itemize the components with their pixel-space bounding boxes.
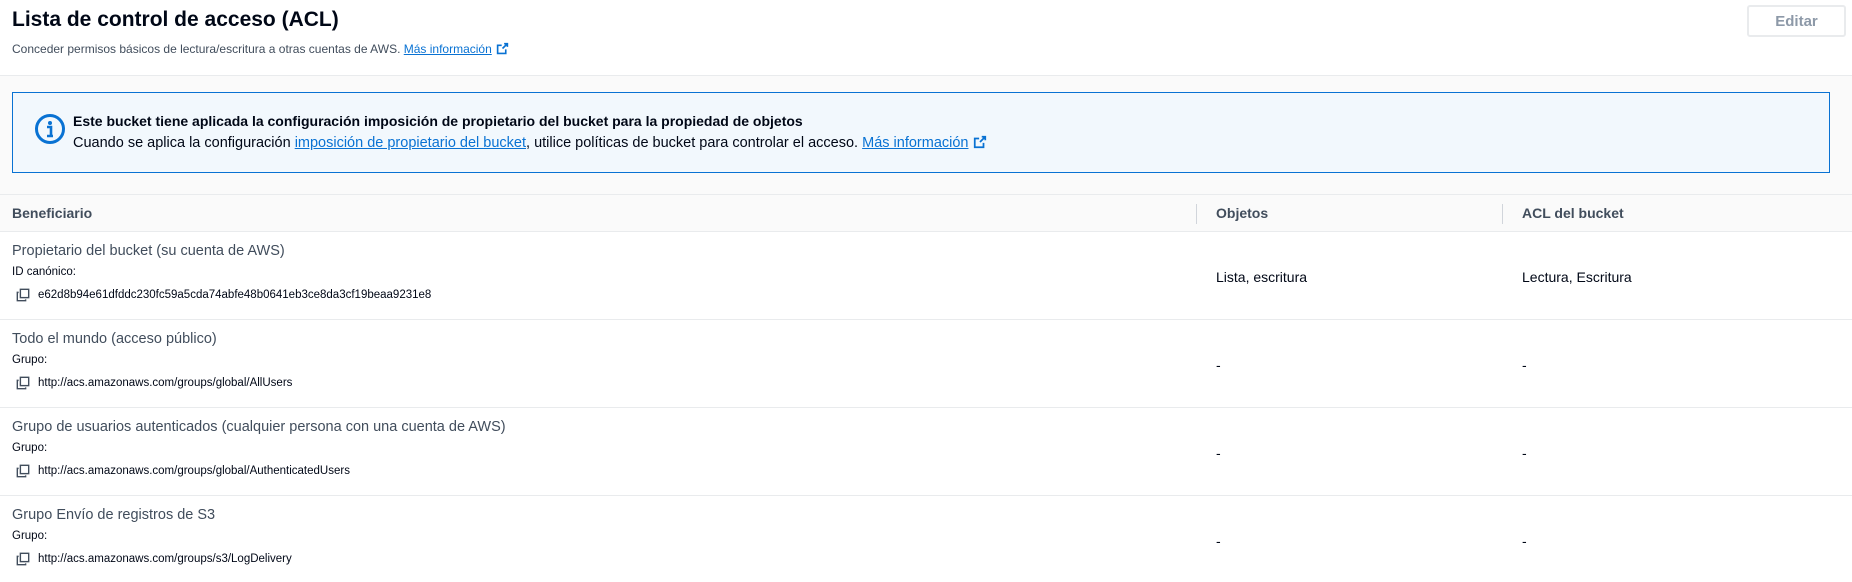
grantee-name: Grupo Envío de registros de S3 xyxy=(12,507,216,523)
info-region: Este bucket tiene aplicada la configurac… xyxy=(0,76,1852,194)
bucket-acl-permission: Lectura, Escritura xyxy=(1522,269,1632,285)
info-icon xyxy=(35,114,65,144)
bucket-owner-enforced-link[interactable]: imposición de propietario del bucket xyxy=(295,135,526,151)
column-divider xyxy=(1502,204,1503,224)
grantee-name: Propietario del bucket (su cuenta de AWS… xyxy=(12,243,285,259)
column-header-grantee: Beneficiario xyxy=(12,205,93,221)
panel-header: Lista de control de acceso (ACL) Concede… xyxy=(0,0,1852,76)
table-row: Grupo de usuarios autenticados (cualquie… xyxy=(0,408,1852,496)
copy-icon[interactable] xyxy=(16,376,30,390)
bucket-acl-permission: - xyxy=(1522,357,1527,373)
info-body-suffix: , utilice políticas de bucket para contr… xyxy=(526,135,859,151)
copy-icon[interactable] xyxy=(16,288,30,302)
info-alert: Este bucket tiene aplicada la configurac… xyxy=(12,92,1830,173)
external-link-icon xyxy=(496,42,508,55)
info-alert-title: Este bucket tiene aplicada la configurac… xyxy=(73,113,803,129)
column-header-bucket-acl: ACL del bucket xyxy=(1522,205,1624,221)
description-text: Conceder permisos básicos de lectura/esc… xyxy=(12,42,401,56)
table-row: Propietario del bucket (su cuenta de AWS… xyxy=(0,232,1852,320)
panel-description: Conceder permisos básicos de lectura/esc… xyxy=(12,42,509,56)
column-divider xyxy=(1196,204,1197,224)
copy-icon[interactable] xyxy=(16,464,30,478)
acl-table: Beneficiario Objetos ACL del bucket Prop… xyxy=(0,194,1852,582)
grantee-id-value: http://acs.amazonaws.com/groups/global/A… xyxy=(38,465,350,477)
grantee-id-label: Grupo: xyxy=(12,442,48,454)
info-more-info-link[interactable]: Más información xyxy=(862,135,986,151)
grantee-id-label: Grupo: xyxy=(12,530,48,542)
acl-panel: Lista de control de acceso (ACL) Concede… xyxy=(0,0,1852,582)
edit-button[interactable]: Editar xyxy=(1747,5,1846,37)
table-row: Grupo Envío de registros de S3 Grupo: ht… xyxy=(0,496,1852,582)
table-header: Beneficiario Objetos ACL del bucket xyxy=(0,194,1852,232)
grantee-name: Grupo de usuarios autenticados (cualquie… xyxy=(12,419,506,435)
column-header-objects: Objetos xyxy=(1216,205,1269,221)
objects-permission: - xyxy=(1216,445,1221,461)
grantee-id-value: e62d8b94e61dfddc230fc59a5cda74abfe48b064… xyxy=(38,289,432,301)
info-alert-body: Cuando se aplica la configuración imposi… xyxy=(73,135,987,151)
external-link-icon xyxy=(973,135,986,149)
table-row: Todo el mundo (acceso público) Grupo: ht… xyxy=(0,320,1852,408)
objects-permission: - xyxy=(1216,533,1221,549)
grantee-id-label: ID canónico: xyxy=(12,266,76,278)
more-info-link[interactable]: Más información xyxy=(404,42,509,56)
info-body-prefix: Cuando se aplica la configuración xyxy=(73,135,291,151)
grantee-id-label: Grupo: xyxy=(12,354,48,366)
bucket-acl-permission: - xyxy=(1522,533,1527,549)
grantee-name: Todo el mundo (acceso público) xyxy=(12,331,217,347)
objects-permission: Lista, escritura xyxy=(1216,269,1308,285)
page-title: Lista de control de acceso (ACL) xyxy=(12,8,339,31)
more-info-link-label: Más información xyxy=(403,42,492,56)
objects-permission: - xyxy=(1216,357,1221,373)
copy-icon[interactable] xyxy=(16,552,30,566)
grantee-id-value: http://acs.amazonaws.com/groups/s3/LogDe… xyxy=(38,553,292,565)
info-more-info-label: Más información xyxy=(862,135,969,151)
bucket-acl-permission: - xyxy=(1522,445,1527,461)
grantee-id-value: http://acs.amazonaws.com/groups/global/A… xyxy=(38,377,293,389)
